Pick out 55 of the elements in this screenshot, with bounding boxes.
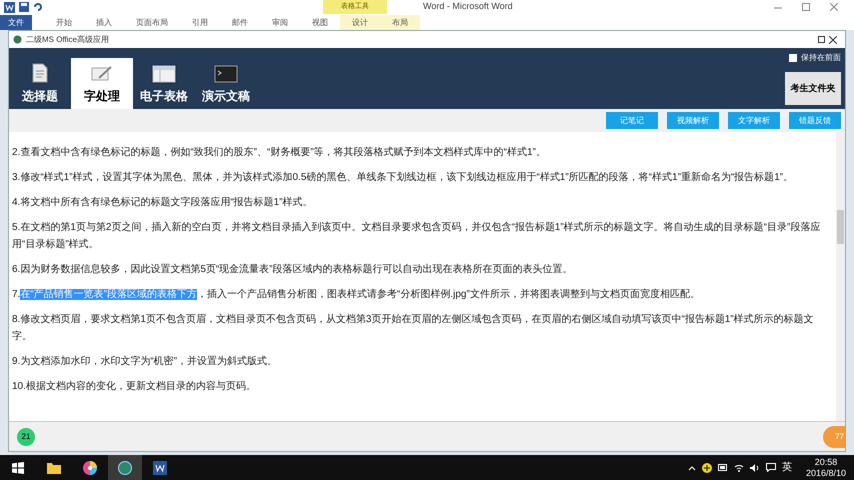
instruction-text: 6.因为财务数据信息较多，因此设置文档第5页“现金流量表”段落区域内的表格标题行可以自动出现在表格所在页面的表头位置。 bbox=[12, 262, 574, 277]
document-icon bbox=[32, 63, 48, 83]
checkbox-label: 保持在前面 bbox=[801, 52, 841, 64]
speaker-icon[interactable] bbox=[750, 464, 760, 472]
ribbon-tab[interactable]: 布局 bbox=[380, 15, 420, 30]
ribbon-tab[interactable]: 开始 bbox=[44, 15, 84, 30]
undo-icon[interactable] bbox=[33, 2, 43, 12]
instruction-text: 2.查看文档中含有绿色标记的标题，例如“致我们的股东”、“财务概要”等，将其段落格式赋予到本文档样式库中的“样式1”。 bbox=[12, 146, 547, 160]
instruction-text: 9.为文档添加水印，水印文字为“机密”，并设置为斜式版式。 bbox=[12, 354, 278, 369]
pen-icon bbox=[91, 65, 113, 83]
message-icon[interactable] bbox=[766, 463, 776, 472]
nav-tab[interactable]: 电子表格 bbox=[133, 58, 195, 109]
clock-time[interactable]: 20:58 bbox=[814, 456, 838, 468]
nav-tab[interactable]: 演示文稿 bbox=[195, 58, 257, 109]
globe-icon[interactable] bbox=[118, 460, 132, 474]
nav-tab[interactable]: 字处理 bbox=[71, 58, 133, 109]
wifi-icon[interactable] bbox=[734, 464, 744, 472]
restore-icon[interactable] bbox=[818, 36, 825, 43]
score-badge: 77 bbox=[823, 426, 845, 448]
chevron-up-icon[interactable] bbox=[688, 464, 696, 470]
instruction-text: 4.将文档中所有含有绿色标记的标题文字段落应用“报告标题1”样式。 bbox=[12, 196, 314, 210]
window-title: Word - Microsoft Word bbox=[423, 0, 513, 14]
instruction-text: 3.修改“样式1”样式，设置其字体为黑色、黑体，并为该样式添加0.5磅的黑色、单线条下划线边框，该下划线边框应用于“样式1”所匹配的段落，将“样式1”重新命名为“报告标题1”。 bbox=[12, 170, 794, 185]
instruction-text: 7.在“产品销售一览表”段落区域的表格下方，插入一个产品销售分析图，图表样式请参考“分析图样例.jpg”文件所示，并将图表调整到与文档页面宽度相匹配。 bbox=[12, 288, 701, 302]
app-title: 二级MS Office高级应用 bbox=[26, 34, 109, 46]
folder-button[interactable]: 考生文件夹 bbox=[785, 72, 841, 105]
spreadsheet-icon bbox=[152, 65, 176, 83]
maximize-icon[interactable] bbox=[802, 3, 810, 11]
nav-tab[interactable]: 选择题 bbox=[9, 58, 71, 109]
word-app-icon[interactable] bbox=[153, 460, 167, 474]
ribbon-tab[interactable]: 邮件 bbox=[220, 15, 260, 30]
question-number-badge[interactable]: 21 bbox=[17, 428, 35, 446]
input-method-indicator[interactable]: 英 bbox=[782, 460, 792, 475]
instruction-text: 5.在文档的第1页与第2页之间，插入新的空白页，并将文档目录插入到该页中。文档目录要求包含页码，并仅包含“报告标题1”样式所示的标题文字。将自动生成的目录标题“目录”段落应用“目录标题”样式。 bbox=[12, 220, 822, 252]
color-wheel-icon[interactable] bbox=[83, 460, 97, 474]
save-icon[interactable] bbox=[19, 2, 29, 12]
terminal-icon bbox=[214, 65, 238, 83]
ribbon-tab[interactable]: 视图 bbox=[300, 15, 340, 30]
ribbon-tab[interactable]: 页面布局 bbox=[124, 15, 180, 30]
folder-icon[interactable] bbox=[47, 462, 61, 474]
ribbon-tab[interactable]: 插入 bbox=[84, 15, 124, 30]
ribbon-tab[interactable]: 引用 bbox=[180, 15, 220, 30]
battery-icon[interactable] bbox=[718, 464, 728, 471]
start-icon[interactable] bbox=[12, 462, 24, 474]
globe-icon bbox=[13, 35, 22, 44]
selected-text: 在“产品销售一览表”段落区域的表格下方 bbox=[20, 289, 198, 300]
instruction-text: 8.修改文档页眉，要求文档第1页不包含页眉，文档目录页不包含页码，从文档第3页开始在页眉的左侧区域包含页码，在页眉的右侧区域自动填写该页中“报告标题1”样式所示的标题文字。 bbox=[12, 312, 815, 344]
close-icon[interactable] bbox=[829, 36, 837, 44]
plus-circle-icon[interactable] bbox=[702, 462, 712, 472]
clock-date[interactable]: 2016/8/10 bbox=[806, 468, 846, 478]
checkbox[interactable] bbox=[789, 54, 797, 62]
ribbon-tab[interactable]: 设计 bbox=[340, 15, 380, 30]
ribbon-tab[interactable]: 审阅 bbox=[260, 15, 300, 30]
ribbon-tab[interactable]: 文件 bbox=[0, 15, 32, 30]
instruction-text: 10.根据文档内容的变化，更新文档目录的内容与页码。 bbox=[12, 380, 257, 394]
